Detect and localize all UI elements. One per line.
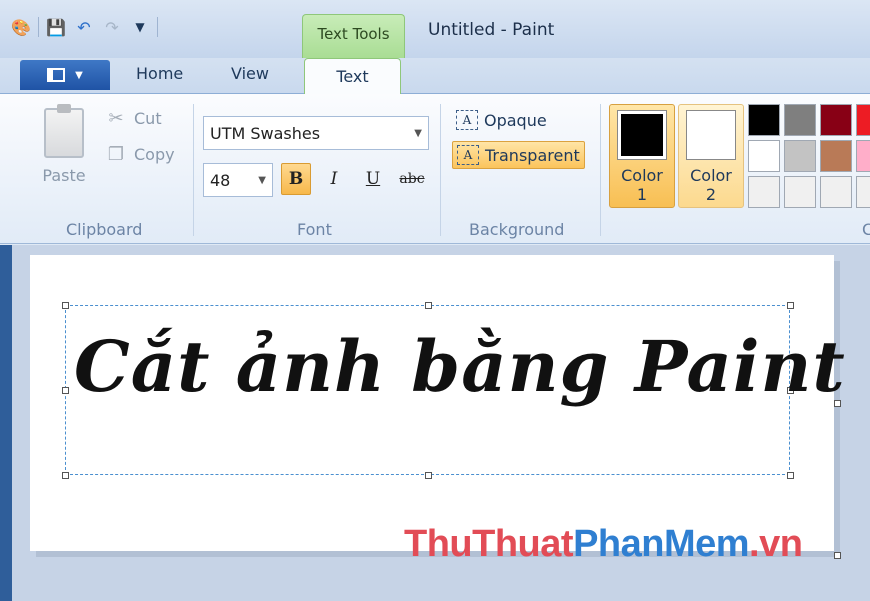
color2-label-line1: Color (690, 166, 732, 185)
palette-color-cell[interactable] (784, 176, 816, 208)
color1-swatch (617, 110, 667, 160)
palette-color-cell[interactable] (820, 104, 852, 136)
color1-label-line2: 1 (636, 185, 648, 204)
resize-handle[interactable] (62, 302, 69, 309)
scissors-icon: ✂ (108, 108, 124, 129)
ribbon-tab-row: ▼ Home View Text (0, 58, 870, 95)
title-bar: 🎨 💾 ↶ ↷ ▼ Text Tools Untitled - Paint (0, 0, 870, 58)
left-frame-edge (0, 245, 12, 601)
window-title: Untitled - Paint (428, 20, 555, 40)
paint-app-icon[interactable]: 🎨 (10, 16, 32, 38)
menu-icon (47, 68, 66, 82)
tab-view[interactable]: View (231, 64, 269, 83)
canvas-text: Cắt ảnh bằng Paint (74, 325, 846, 408)
chevron-down-icon: ▼ (75, 69, 83, 81)
paint-menu-button[interactable]: ▼ (20, 60, 110, 90)
palette-color-cell[interactable] (856, 176, 870, 208)
group-label-font: Font (297, 220, 332, 239)
group-separator (440, 104, 441, 236)
cut-label: Cut (134, 109, 162, 128)
save-icon[interactable]: 💾 (45, 16, 67, 38)
font-family-value: UTM Swashes (210, 123, 321, 143)
font-size-value: 48 (210, 170, 231, 190)
color1-label-line1: Color (621, 166, 663, 185)
color2-label-line2: 2 (705, 185, 717, 204)
copy-icon: ❐ (107, 144, 125, 165)
resize-handle[interactable] (425, 472, 432, 479)
resize-handle[interactable] (787, 472, 794, 479)
color2-swatch (686, 110, 736, 160)
chevron-down-icon: ▼ (258, 174, 266, 186)
redo-icon[interactable]: ↷ (101, 16, 123, 38)
undo-icon[interactable]: ↶ (73, 16, 95, 38)
font-size-select[interactable]: 48 ▼ (203, 163, 273, 197)
watermark-part2: PhanMem (573, 523, 750, 565)
contextual-tab-text-tools: Text Tools (302, 14, 405, 58)
palette-color-cell[interactable] (784, 104, 816, 136)
group-label-colors-partial: C (862, 220, 870, 239)
strikethrough-button[interactable]: abc (396, 163, 428, 195)
opaque-option[interactable]: A Opaque (452, 106, 551, 134)
color2-button[interactable]: Color 2 (678, 104, 744, 208)
palette-color-cell[interactable] (820, 140, 852, 172)
italic-button[interactable]: I (319, 163, 349, 195)
watermark: ThuThuatPhanMem.vn (404, 523, 803, 566)
palette-color-cell[interactable] (820, 176, 852, 208)
bold-button[interactable]: B (281, 163, 311, 195)
palette-color-cell[interactable] (748, 176, 780, 208)
tab-home[interactable]: Home (136, 64, 183, 83)
palette-color-cell[interactable] (784, 140, 816, 172)
color-palette (748, 104, 870, 208)
opaque-label: Opaque (484, 110, 547, 130)
paste-button[interactable]: Paste (36, 104, 92, 185)
group-label-background: Background (469, 220, 565, 239)
qat-separator (157, 17, 158, 37)
group-separator (193, 104, 194, 236)
palette-color-cell[interactable] (856, 104, 870, 136)
watermark-part3: .vn (749, 523, 803, 565)
resize-handle[interactable] (62, 472, 69, 479)
qat-separator (38, 17, 39, 37)
underline-button[interactable]: U (358, 163, 388, 195)
palette-color-cell[interactable] (748, 104, 780, 136)
resize-handle[interactable] (425, 302, 432, 309)
paste-label: Paste (42, 166, 86, 185)
opaque-icon: A (456, 110, 478, 130)
chevron-down-icon: ▼ (414, 127, 422, 139)
color1-button[interactable]: Color 1 (609, 104, 675, 208)
copy-label: Copy (134, 145, 175, 164)
clipboard-icon (44, 104, 84, 158)
quick-access-toolbar: 🎨 💾 ↶ ↷ ▼ (10, 12, 158, 42)
resize-handle[interactable] (62, 387, 69, 394)
tab-text[interactable]: Text (304, 58, 401, 95)
palette-color-cell[interactable] (856, 140, 870, 172)
resize-handle[interactable] (787, 302, 794, 309)
font-family-select[interactable]: UTM Swashes ▼ (203, 116, 429, 150)
copy-button[interactable]: ❐ Copy (106, 144, 175, 165)
palette-color-cell[interactable] (748, 140, 780, 172)
transparent-label: Transparent (485, 145, 580, 165)
canvas-resize-handle[interactable] (834, 552, 841, 559)
group-label-clipboard: Clipboard (66, 220, 143, 239)
group-separator (600, 104, 601, 236)
transparent-option[interactable]: A Transparent (452, 141, 585, 169)
watermark-part1: ThuThuat (404, 523, 574, 565)
customize-qat-icon[interactable]: ▼ (129, 16, 151, 38)
cut-button[interactable]: ✂ Cut (106, 108, 162, 129)
transparent-icon: A (457, 145, 479, 165)
